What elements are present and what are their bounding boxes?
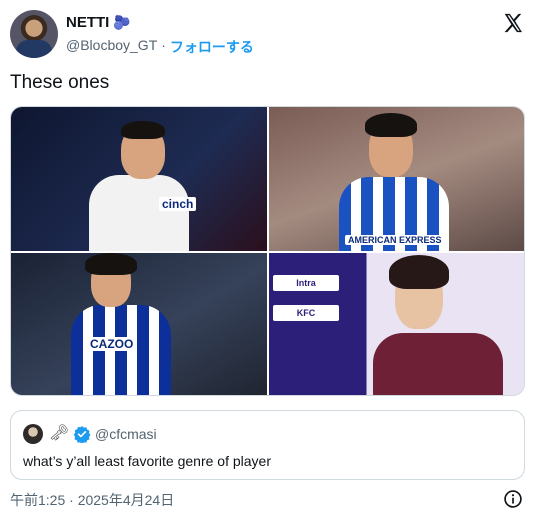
verified-badge-icon bbox=[73, 426, 91, 443]
author-handle[interactable]: @Blocboy_GT bbox=[66, 37, 157, 57]
blueberry-emoji-icon: 🫐 bbox=[113, 14, 131, 30]
photo-3[interactable]: CAZOO bbox=[11, 253, 267, 395]
photo-1-sponsor: cinch bbox=[159, 197, 197, 211]
photo-2-sponsor: AMERICAN EXPRESS bbox=[345, 235, 445, 245]
quoted-tweet[interactable]: 🗝 @cfcmasi what’s y’all least favorite g… bbox=[10, 410, 525, 480]
author-avatar[interactable] bbox=[10, 10, 58, 58]
author-name-row: NETTI 🫐 bbox=[66, 14, 131, 31]
photo-2[interactable]: AMERICAN EXPRESS bbox=[269, 107, 524, 251]
media-grid: cinch AMERICAN EXPRESS CAZOO Intra KFC bbox=[10, 106, 525, 396]
author-display-name[interactable]: NETTI bbox=[66, 14, 109, 31]
photo-4-board-2: KFC bbox=[273, 305, 339, 321]
info-icon[interactable] bbox=[503, 489, 523, 509]
photo-1[interactable]: cinch bbox=[11, 107, 267, 251]
separator-dot: · bbox=[161, 37, 166, 53]
tweet-timestamp[interactable]: 午前1:25 · 2025年4月24日 bbox=[10, 490, 174, 510]
quoted-author-avatar bbox=[23, 424, 43, 444]
quoted-tweet-text: what’s y’all least favorite genre of pla… bbox=[23, 453, 271, 469]
author-handle-row: @Blocboy_GT · フォローする bbox=[66, 37, 254, 57]
tweet-text: These ones bbox=[10, 72, 110, 93]
photo-4-board-1: Intra bbox=[273, 275, 339, 291]
key-emoji-icon: 🗝 bbox=[49, 425, 70, 442]
quoted-author-handle: @cfcmasi bbox=[95, 426, 157, 442]
x-logo-icon[interactable] bbox=[502, 12, 524, 34]
follow-button[interactable]: フォローする bbox=[170, 37, 254, 57]
photo-3-sponsor: CAZOO bbox=[87, 337, 137, 351]
photo-4[interactable]: Intra KFC bbox=[269, 253, 524, 395]
